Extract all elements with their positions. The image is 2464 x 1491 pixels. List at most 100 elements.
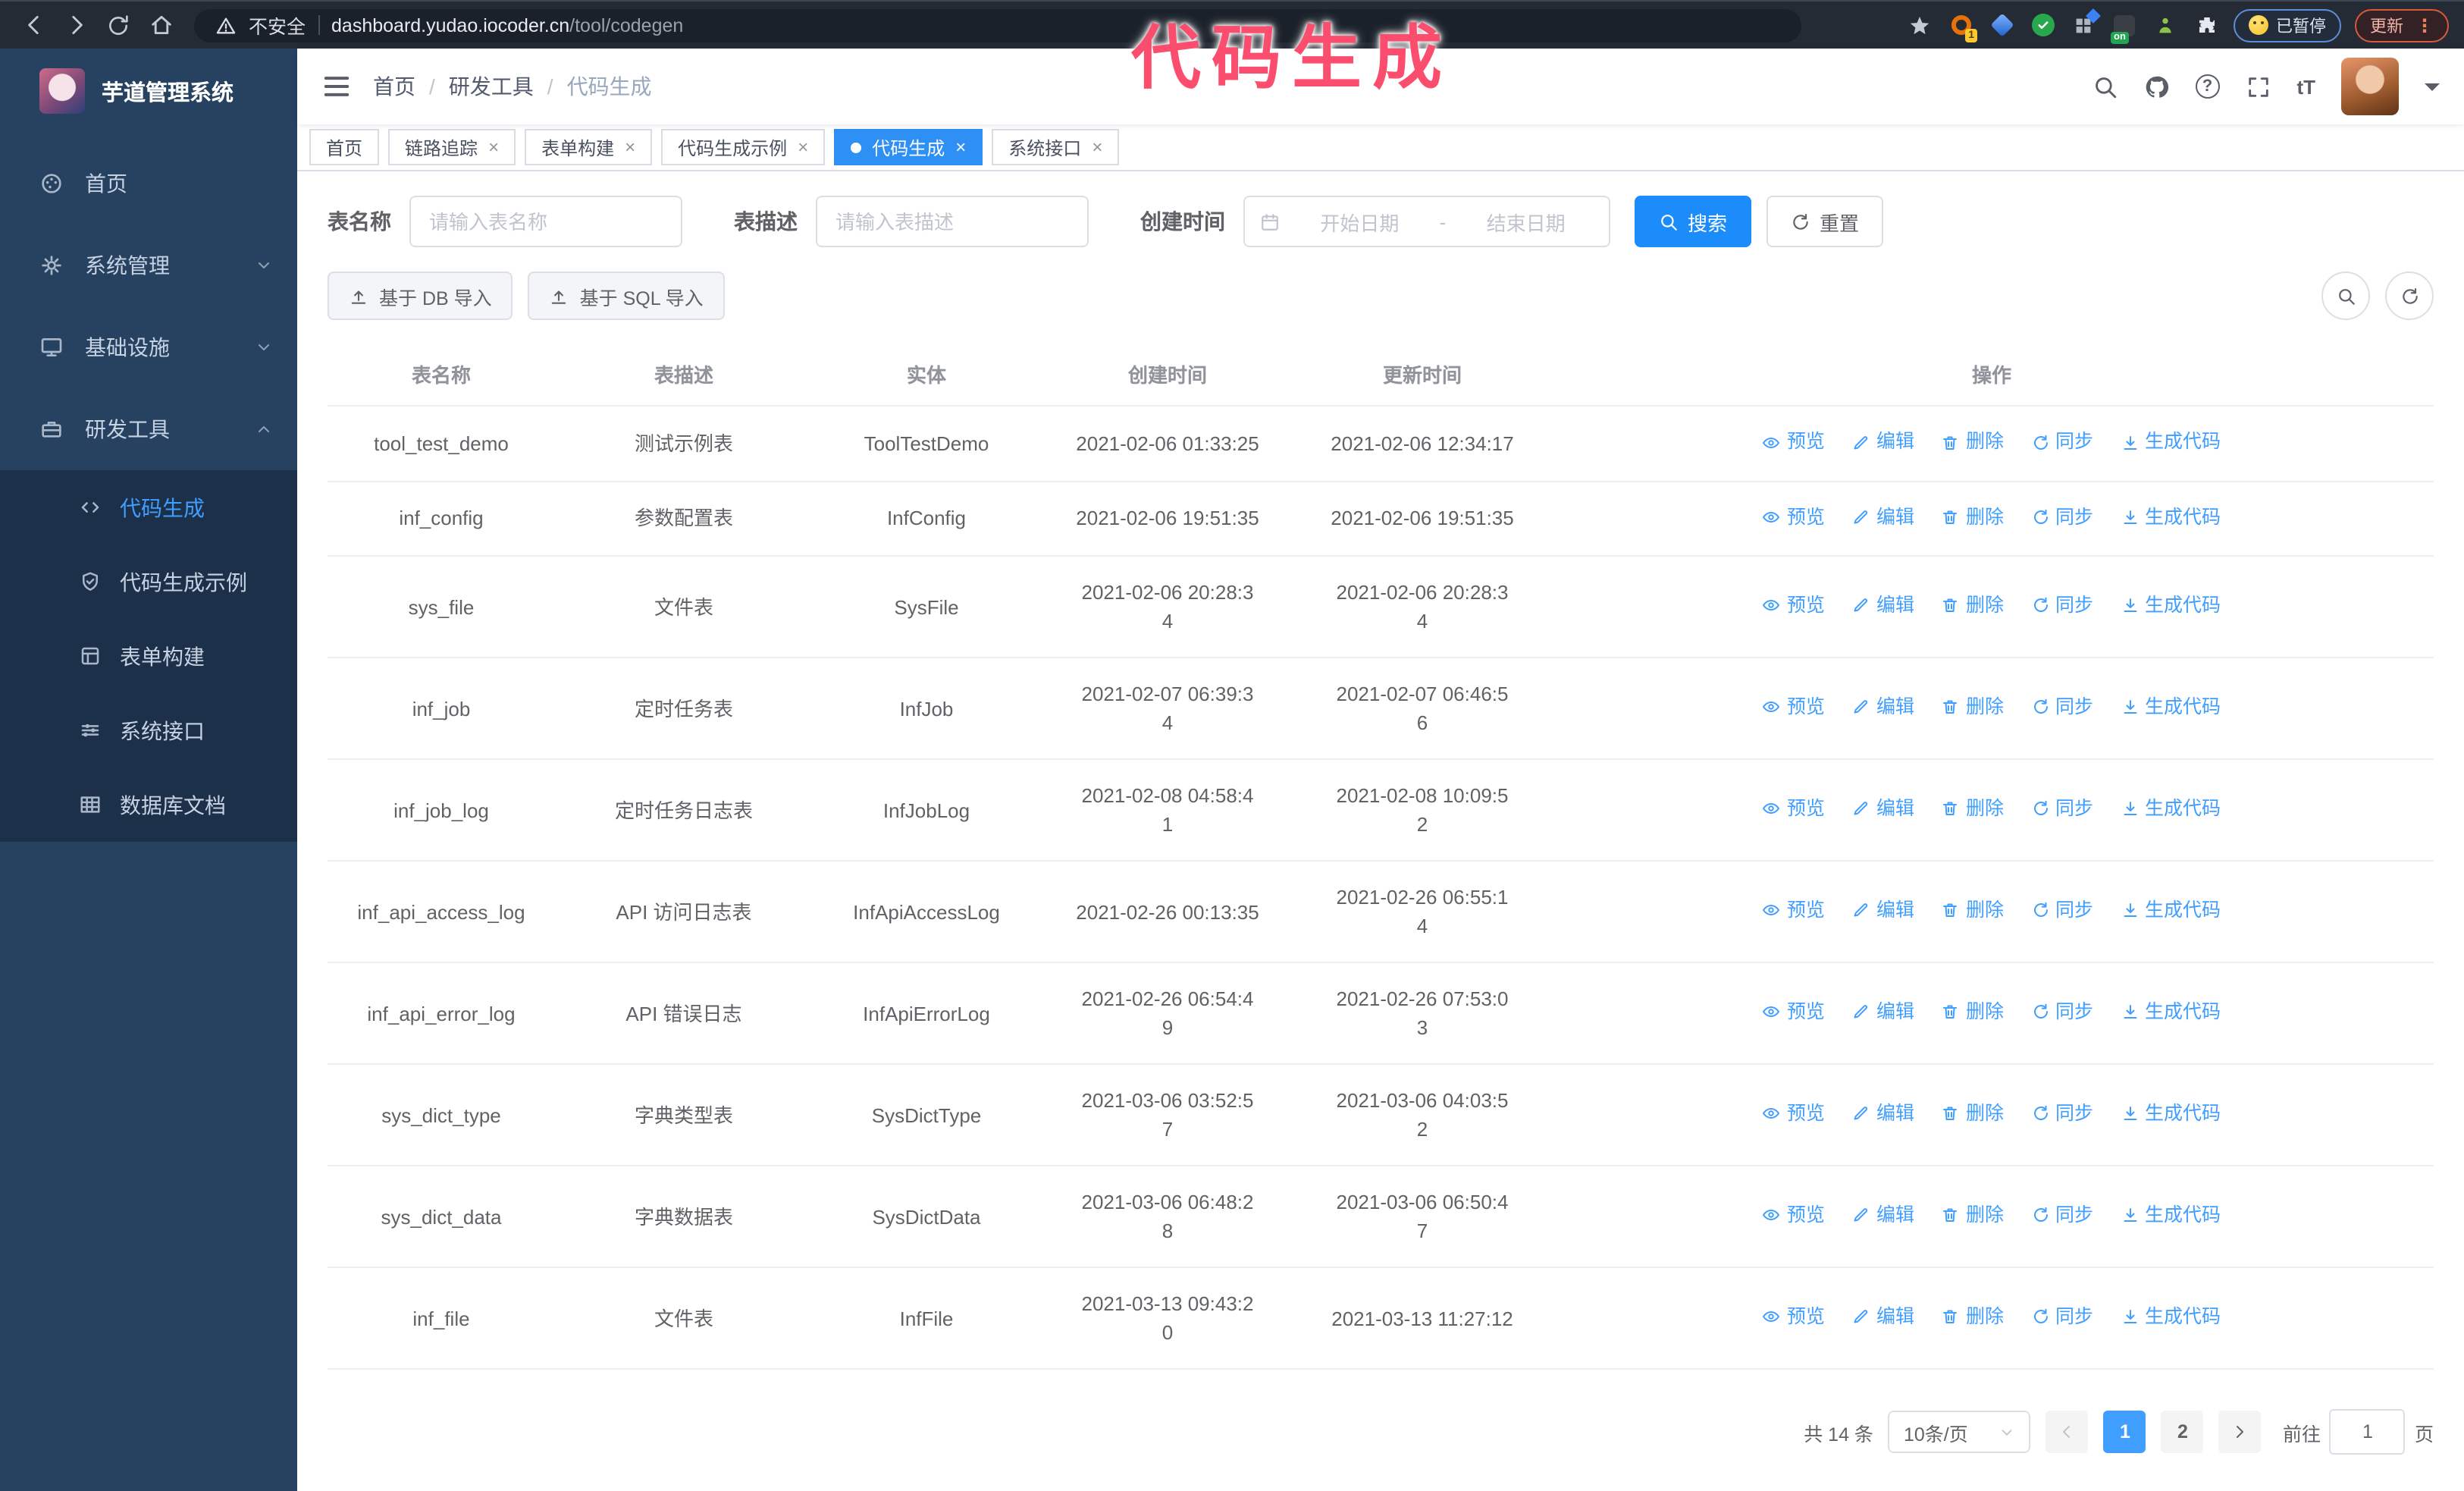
tab-codegen-example[interactable]: 代码生成示例 × xyxy=(661,129,826,165)
import-from-sql-button[interactable]: 基于 SQL 导入 xyxy=(528,272,725,320)
edit-link[interactable]: 编辑 xyxy=(1852,998,1914,1027)
page-size-select[interactable]: 10条/页 xyxy=(1888,1411,2031,1453)
sidebar-collapse-icon[interactable] xyxy=(321,71,352,102)
delete-link[interactable]: 删除 xyxy=(1942,896,2004,925)
page-button-2[interactable]: 2 xyxy=(2161,1411,2204,1453)
sync-link[interactable]: 同步 xyxy=(2031,592,2093,620)
preview-link[interactable]: 预览 xyxy=(1763,503,1825,532)
chrome-update-button[interactable]: 更新 ⋮ xyxy=(2355,8,2449,42)
edit-link[interactable]: 编辑 xyxy=(1852,592,1914,620)
tab-link-tracing[interactable]: 链路追踪 × xyxy=(388,129,516,165)
extension-grid-icon[interactable] xyxy=(2070,8,2101,39)
browser-reload-button[interactable] xyxy=(100,7,136,43)
preview-link[interactable]: 预览 xyxy=(1763,998,1825,1027)
table-name-input[interactable] xyxy=(409,196,682,247)
fullscreen-icon[interactable] xyxy=(2245,74,2271,99)
app-logo-row[interactable]: 芋道管理系统 xyxy=(0,49,297,133)
preview-link[interactable]: 预览 xyxy=(1763,693,1825,722)
avatar[interactable] xyxy=(2341,58,2399,115)
generate-code-link[interactable]: 生成代码 xyxy=(2121,592,2221,620)
extension-blue-gem-icon[interactable] xyxy=(1988,11,2015,39)
extension-green-person-icon[interactable] xyxy=(2152,11,2179,39)
generate-code-link[interactable]: 生成代码 xyxy=(2121,896,2221,925)
preview-link[interactable]: 预览 xyxy=(1763,1303,1825,1332)
extension-green-check-icon[interactable] xyxy=(2029,11,2056,39)
generate-code-link[interactable]: 生成代码 xyxy=(2121,1100,2221,1128)
next-page-button[interactable] xyxy=(2218,1411,2262,1453)
table-desc-input[interactable] xyxy=(816,196,1089,247)
delete-link[interactable]: 删除 xyxy=(1942,428,2004,457)
delete-link[interactable]: 删除 xyxy=(1942,693,2004,722)
edit-link[interactable]: 编辑 xyxy=(1852,428,1914,457)
preview-link[interactable]: 预览 xyxy=(1763,1100,1825,1128)
preview-link[interactable]: 预览 xyxy=(1763,795,1825,824)
sidebar-item-home[interactable]: 首页 xyxy=(0,143,297,224)
close-icon[interactable]: × xyxy=(955,138,966,156)
goto-page-input[interactable] xyxy=(2329,1409,2406,1455)
refresh-table-button[interactable] xyxy=(2385,272,2434,320)
help-icon[interactable]: ? xyxy=(2195,74,2220,99)
generate-code-link[interactable]: 生成代码 xyxy=(2121,693,2221,722)
paused-indicator[interactable]: 已暂停 xyxy=(2234,8,2341,42)
sidebar-item-system-api[interactable]: 系统接口 xyxy=(0,693,297,767)
date-range-picker[interactable]: 开始日期 - 结束日期 xyxy=(1243,196,1610,247)
delete-link[interactable]: 删除 xyxy=(1942,1303,2004,1332)
delete-link[interactable]: 删除 xyxy=(1942,592,2004,620)
page-button-1[interactable]: 1 xyxy=(2103,1411,2146,1453)
breadcrumb-dev-tools[interactable]: 研发工具 xyxy=(449,71,534,102)
sidebar-item-codegen-example[interactable]: 代码生成示例 xyxy=(0,545,297,619)
import-from-db-button[interactable]: 基于 DB 导入 xyxy=(328,272,513,320)
close-icon[interactable]: × xyxy=(798,138,808,156)
toggle-search-button[interactable] xyxy=(2321,272,2370,320)
generate-code-link[interactable]: 生成代码 xyxy=(2121,795,2221,824)
browser-back-button[interactable] xyxy=(15,7,52,43)
prev-page-button[interactable] xyxy=(2045,1411,2089,1453)
preview-link[interactable]: 预览 xyxy=(1763,896,1825,925)
sidebar-item-code-generation[interactable]: 代码生成 xyxy=(0,470,297,545)
generate-code-link[interactable]: 生成代码 xyxy=(2121,428,2221,457)
tab-code-generation[interactable]: 代码生成 × xyxy=(834,129,983,165)
breadcrumb-home[interactable]: 首页 xyxy=(373,71,415,102)
sync-link[interactable]: 同步 xyxy=(2031,896,2093,925)
reset-button[interactable]: 重置 xyxy=(1766,196,1884,247)
sidebar-item-dev-tools[interactable]: 研发工具 xyxy=(0,388,297,470)
delete-link[interactable]: 删除 xyxy=(1942,1201,2004,1230)
sync-link[interactable]: 同步 xyxy=(2031,1201,2093,1230)
github-icon[interactable] xyxy=(2143,74,2169,99)
sidebar-item-database-docs[interactable]: 数据库文档 xyxy=(0,767,297,842)
sidebar-item-form-builder[interactable]: 表单构建 xyxy=(0,619,297,693)
generate-code-link[interactable]: 生成代码 xyxy=(2121,1303,2221,1332)
edit-link[interactable]: 编辑 xyxy=(1852,795,1914,824)
browser-menu-kebab-icon[interactable]: ⋮ xyxy=(2415,14,2434,36)
tab-form-builder[interactable]: 表单构建 × xyxy=(525,129,653,165)
browser-home-button[interactable] xyxy=(143,7,179,43)
tab-system-api[interactable]: 系统接口 × xyxy=(992,129,1120,165)
generate-code-link[interactable]: 生成代码 xyxy=(2121,1201,2221,1230)
bookmark-star-icon[interactable] xyxy=(1906,11,1933,39)
font-size-icon[interactable]: tT xyxy=(2296,75,2315,98)
sync-link[interactable]: 同步 xyxy=(2031,428,2093,457)
sidebar-item-system-management[interactable]: 系统管理 xyxy=(0,224,297,306)
search-button[interactable]: 搜索 xyxy=(1635,196,1752,247)
sync-link[interactable]: 同步 xyxy=(2031,1100,2093,1128)
generate-code-link[interactable]: 生成代码 xyxy=(2121,998,2221,1027)
browser-forward-button[interactable] xyxy=(58,7,94,43)
sync-link[interactable]: 同步 xyxy=(2031,1303,2093,1332)
extension-on-badge-icon[interactable]: on xyxy=(2111,11,2138,43)
delete-link[interactable]: 删除 xyxy=(1942,503,2004,532)
close-icon[interactable]: × xyxy=(488,138,499,156)
extension-orange-ring-icon[interactable]: 1 xyxy=(1947,11,1977,42)
edit-link[interactable]: 编辑 xyxy=(1852,1100,1914,1128)
sync-link[interactable]: 同步 xyxy=(2031,693,2093,722)
edit-link[interactable]: 编辑 xyxy=(1852,503,1914,532)
preview-link[interactable]: 预览 xyxy=(1763,428,1825,457)
edit-link[interactable]: 编辑 xyxy=(1852,1303,1914,1332)
close-icon[interactable]: × xyxy=(1092,138,1102,156)
sync-link[interactable]: 同步 xyxy=(2031,998,2093,1027)
search-icon[interactable] xyxy=(2092,74,2118,99)
delete-link[interactable]: 删除 xyxy=(1942,998,2004,1027)
edit-link[interactable]: 编辑 xyxy=(1852,896,1914,925)
caret-down-icon[interactable] xyxy=(2425,83,2440,98)
preview-link[interactable]: 预览 xyxy=(1763,1201,1825,1230)
extensions-puzzle-icon[interactable] xyxy=(2193,11,2220,39)
